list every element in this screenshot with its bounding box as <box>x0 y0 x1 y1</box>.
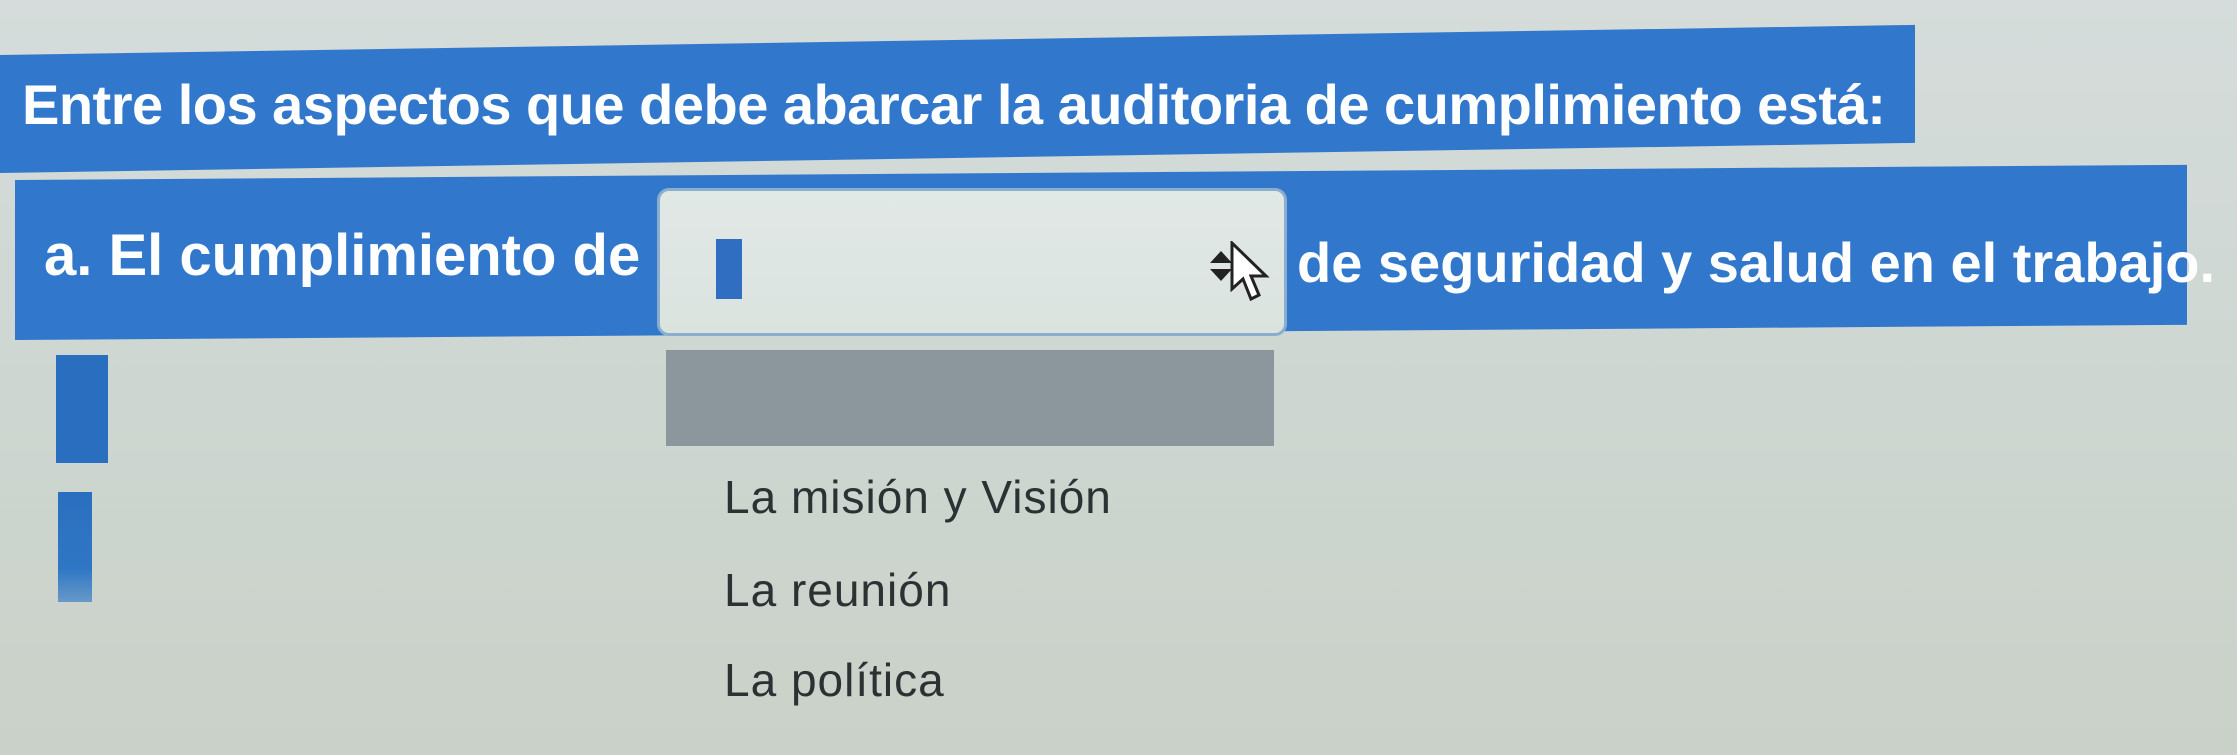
dropdown-option-blank-highlighted[interactable] <box>666 350 1274 446</box>
side-marker <box>58 492 92 602</box>
mouse-cursor-icon <box>1230 241 1270 302</box>
answer-prefix: a. El cumplimiento de <box>44 223 641 288</box>
dropdown-option-mision-vision[interactable]: La misión y Visión <box>724 470 1112 524</box>
dropdown-option-politica[interactable]: La política <box>724 653 945 707</box>
text-caret <box>716 239 742 299</box>
dropdown-option-reunion[interactable]: La reunión <box>724 563 951 617</box>
question-text: Entre los aspectos que debe abarcar la a… <box>22 73 1886 136</box>
answer-suffix: de seguridad y salud en el trabajo. <box>1297 231 2216 294</box>
answer-dropdown[interactable] <box>657 188 1287 336</box>
side-marker <box>56 355 108 463</box>
